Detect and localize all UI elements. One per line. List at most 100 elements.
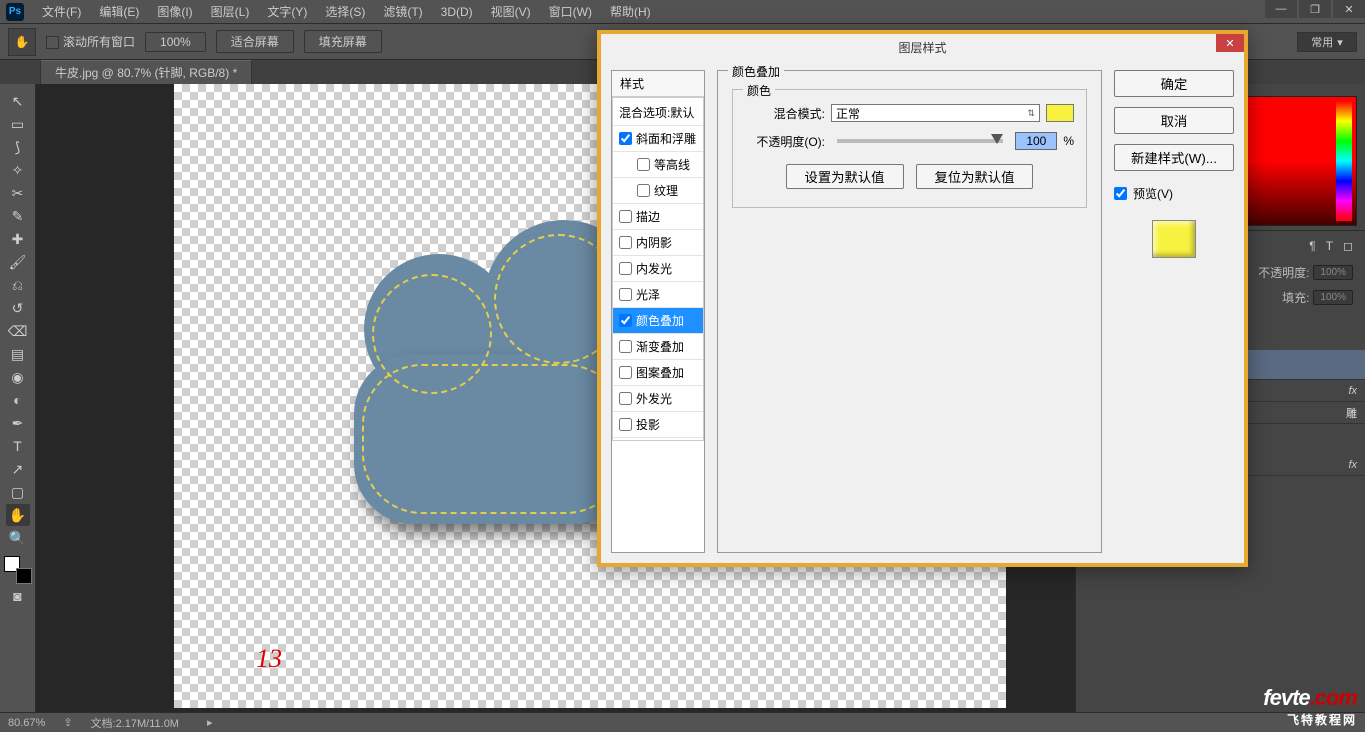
cancel-button[interactable]: 取消 [1114,107,1234,134]
fill-value[interactable]: 100% [1313,290,1353,305]
dodge-tool[interactable]: ◐ [6,389,30,411]
new-style-button[interactable]: 新建样式(W)... [1114,144,1234,171]
type-tool[interactable]: T [6,435,30,457]
marquee-tool[interactable]: ▭ [6,113,30,135]
document-tab[interactable]: 牛皮.jpg @ 80.7% (针脚, RGB/8) * [40,60,252,84]
style-gradient-overlay-check[interactable] [619,340,632,353]
close-button[interactable]: ✕ [1333,0,1365,18]
hand-tool[interactable]: ✋ [6,504,30,526]
style-inner-shadow-check[interactable] [619,236,632,249]
lasso-tool[interactable]: ⟆ [6,136,30,158]
preview-checkbox[interactable] [1114,187,1127,200]
maximize-button[interactable]: ❐ [1299,0,1331,18]
styles-header[interactable]: 样式 [612,71,704,97]
style-satin[interactable]: 光泽 [613,282,703,308]
crop-tool[interactable]: ✂ [6,182,30,204]
blend-default-row[interactable]: 混合选项:默认 [613,100,703,126]
menu-help[interactable]: 帮助(H) [602,1,659,22]
style-stroke-check[interactable] [619,210,632,223]
quick-mask-tool[interactable]: ◙ [6,585,30,607]
blur-tool[interactable]: ◉ [6,366,30,388]
menu-image[interactable]: 图像(I) [149,1,200,22]
blend-mode-label: 混合模式: [745,105,825,122]
overlay-opacity-slider[interactable] [837,139,1003,143]
status-caret-icon[interactable]: ▸ [207,716,213,729]
active-tool-icon[interactable]: ✋ [8,28,36,56]
style-gradient-overlay[interactable]: 渐变叠加 [613,334,703,360]
dialog-titlebar[interactable]: 图层样式 ✕ [601,34,1244,60]
eraser-tool[interactable]: ⌫ [6,320,30,342]
dialog-actions: 确定 取消 新建样式(W)... 预览(V) [1114,70,1234,553]
workspace-preset-dropdown[interactable]: 常用 [1297,32,1357,52]
style-color-overlay-check[interactable] [619,314,632,327]
style-inner-shadow[interactable]: 内阴影 [613,230,703,256]
char-icon[interactable]: ¶ [1309,239,1315,253]
color-swatches[interactable] [4,556,32,584]
style-texture[interactable]: 纹理 [613,178,703,204]
scroll-all-checkbox[interactable]: 滚动所有窗口 [46,33,135,50]
window-controls: — ❐ ✕ [1263,0,1365,20]
opacity-value[interactable]: 100% [1313,265,1353,280]
overlay-color-swatch[interactable] [1046,104,1074,122]
status-zoom[interactable]: 80.67% [8,717,45,729]
preview-swatch [1152,220,1196,258]
gradient-tool[interactable]: ▤ [6,343,30,365]
fit-screen-button[interactable]: 适合屏幕 [216,30,294,53]
reset-default-button[interactable]: 复位为默认值 [916,164,1034,189]
menu-view[interactable]: 视图(V) [483,1,539,22]
style-bevel[interactable]: 斜面和浮雕 [613,126,703,152]
ok-button[interactable]: 确定 [1114,70,1234,97]
app-logo: Ps [6,3,24,21]
set-default-button[interactable]: 设置为默认值 [786,164,904,189]
menu-select[interactable]: 选择(S) [317,1,373,22]
menu-file[interactable]: 文件(F) [34,1,89,22]
menu-window[interactable]: 窗口(W) [541,1,600,22]
stamp-tool[interactable]: ⎌ [6,274,30,296]
dialog-close-button[interactable]: ✕ [1216,34,1244,52]
style-texture-check[interactable] [637,184,650,197]
blend-mode-select[interactable]: 正常 [831,104,1040,122]
style-pattern-overlay-check[interactable] [619,366,632,379]
menu-layer[interactable]: 图层(L) [203,1,258,22]
path-icon[interactable]: ◻ [1343,239,1353,253]
menu-edit[interactable]: 编辑(E) [91,1,147,22]
menu-text[interactable]: 文字(Y) [259,1,315,22]
move-tool[interactable]: ↖ [6,90,30,112]
dialog-title: 图层样式 [898,39,946,56]
wand-tool[interactable]: ✧ [6,159,30,181]
menu-filter[interactable]: 滤镜(T) [375,1,430,22]
fill-label: 填充: [1282,289,1309,306]
shape-tool[interactable]: ▢ [6,481,30,503]
fill-screen-button[interactable]: 填充屏幕 [304,30,382,53]
overlay-opacity-input[interactable] [1015,132,1057,150]
hue-slider[interactable] [1336,101,1352,221]
zoom-tool[interactable]: 🔍 [6,527,30,549]
style-satin-check[interactable] [619,288,632,301]
history-brush-tool[interactable]: ↺ [6,297,30,319]
style-drop-shadow[interactable]: 投影 [613,412,703,438]
minimize-button[interactable]: — [1265,0,1297,18]
style-bevel-check[interactable] [619,132,632,145]
style-stroke[interactable]: 描边 [613,204,703,230]
style-pattern-overlay[interactable]: 图案叠加 [613,360,703,386]
zoom-100-button[interactable]: 100% [145,32,206,52]
style-outer-glow[interactable]: 外发光 [613,386,703,412]
preview-label: 预览(V) [1133,185,1173,202]
type-icon[interactable]: T [1326,239,1333,253]
pen-tool[interactable]: ✒ [6,412,30,434]
brush-tool[interactable]: 🖌 [6,251,30,273]
path-tool[interactable]: ↗ [6,458,30,480]
style-drop-shadow-check[interactable] [619,418,632,431]
style-outer-glow-check[interactable] [619,392,632,405]
style-inner-glow[interactable]: 内发光 [613,256,703,282]
heal-tool[interactable]: ✚ [6,228,30,250]
style-inner-glow-check[interactable] [619,262,632,275]
status-arrow-icon[interactable]: ⇪ [63,716,72,729]
style-contour-check[interactable] [637,158,650,171]
color-subgroup: 颜色 混合模式: 正常 不透明度(O): % 设置为默认值 复位为默认值 [732,89,1087,208]
menu-3d[interactable]: 3D(D) [433,3,481,21]
style-color-overlay[interactable]: 颜色叠加 [613,308,703,334]
background-swatch[interactable] [16,568,32,584]
eyedropper-tool[interactable]: ✎ [6,205,30,227]
style-contour[interactable]: 等高线 [613,152,703,178]
